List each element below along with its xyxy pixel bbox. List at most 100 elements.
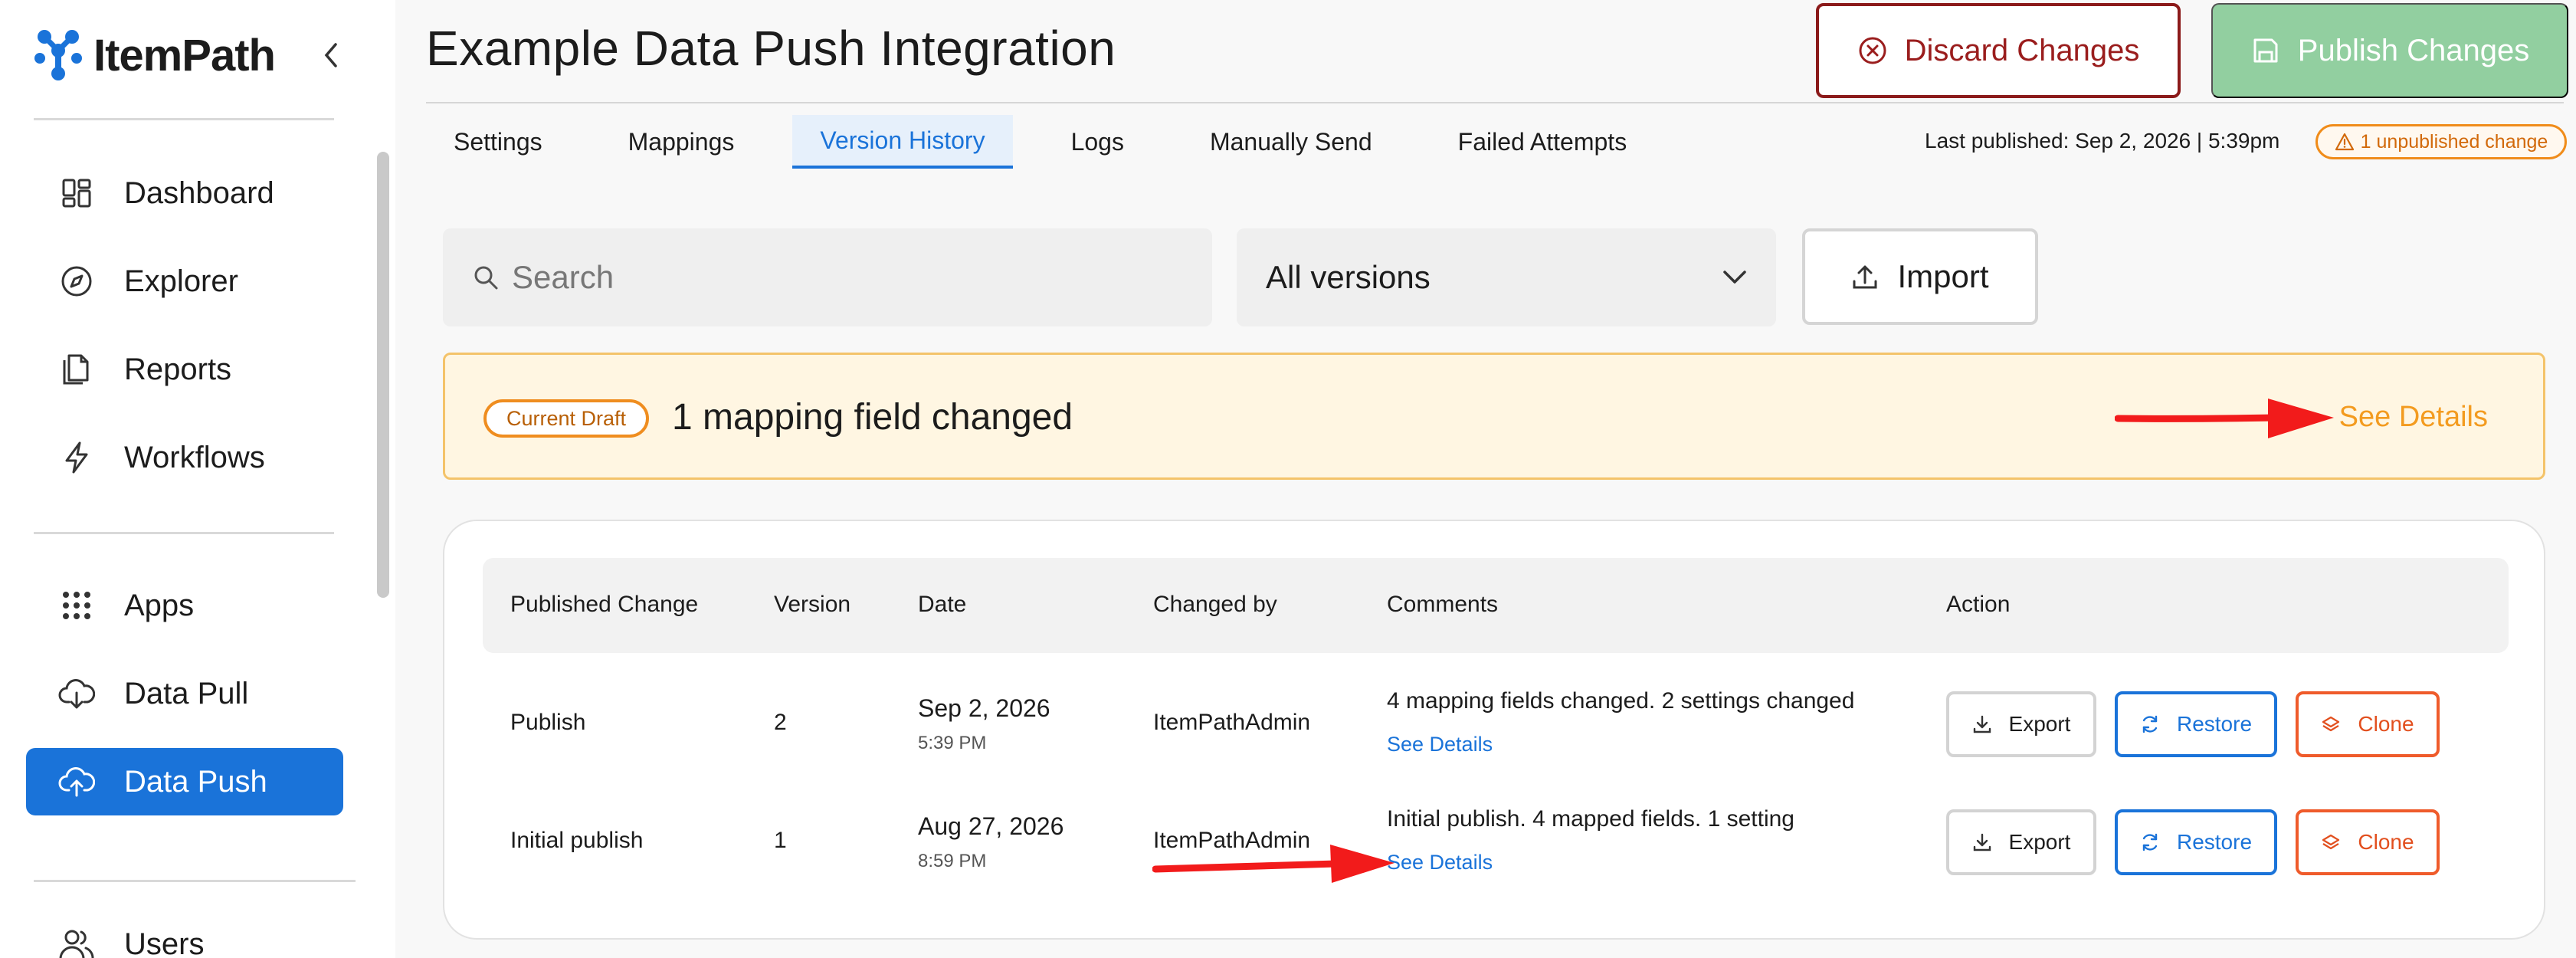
sidebar-item-workflows[interactable]: Workflows [26,424,343,491]
clone-button[interactable]: Clone [2296,809,2440,875]
search-box[interactable] [443,228,1212,326]
download-icon [1973,715,1991,733]
sidebar-item-label: Dashboard [124,176,274,210]
row-see-details-link[interactable]: See Details [1387,851,1493,874]
download-icon [1973,833,1991,851]
sidebar-item-label: Reports [124,352,232,386]
discard-changes-label: Discard Changes [1904,33,2140,67]
cell-version: 1 [774,828,787,853]
sidebar-scrollbar[interactable] [377,152,389,598]
column-header-date: Date [918,592,967,617]
chevron-down-icon [1723,271,1746,284]
tab-version-history[interactable]: Version History [792,115,1013,169]
refresh-icon [2142,715,2158,733]
sidebar-item-explorer[interactable]: Explorer [26,248,343,315]
main-content: Example Data Push Integration Discard Ch… [395,0,2576,958]
version-filter-select[interactable]: All versions [1237,228,1776,326]
unpublished-change-badge[interactable]: 1 unpublished change [2315,124,2567,159]
sidebar-item-users[interactable]: Users [26,910,343,958]
cell-time: 5:39 PM [918,733,987,753]
cell-version: 2 [774,710,787,735]
sidebar-item-data-pull[interactable]: Data Pull [26,660,343,727]
tab-settings[interactable]: Settings [426,115,570,169]
export-label: Export [2008,712,2071,736]
restore-label: Restore [2176,830,2253,854]
sidebar-item-label: Users [124,927,205,958]
cell-time: 8:59 PM [918,851,987,871]
publish-changes-button[interactable]: Publish Changes [2211,3,2568,98]
version-filter-value: All versions [1266,259,1431,295]
sidebar-divider [34,880,356,882]
dashboard-icon [58,175,95,212]
upload-icon [1853,265,1877,289]
clone-button[interactable]: Clone [2296,691,2440,757]
save-icon [2253,38,2278,63]
export-button[interactable]: Export [1946,809,2096,875]
brand-name: ItemPath [93,30,276,80]
unpublished-change-label: 1 unpublished change [2360,130,2548,153]
chevron-left-icon [324,43,337,67]
sidebar-item-hidden-partial [26,852,343,860]
warning-icon [2335,133,2354,151]
lightning-icon [58,439,95,476]
export-button[interactable]: Export [1946,691,2096,757]
cell-published-change: Publish [510,710,586,735]
version-history-table: Published Change Version Date Changed by… [443,520,2545,940]
cell-date: Sep 2, 2026 [918,694,1050,722]
search-input[interactable] [512,259,1186,296]
layers-icon [2322,716,2340,732]
clone-label: Clone [2358,712,2414,736]
compass-icon [58,263,95,300]
document-icon [58,351,95,388]
tab-manually-send[interactable]: Manually Send [1182,115,1400,169]
tab-mappings[interactable]: Mappings [601,115,762,169]
collapse-sidebar-button[interactable] [314,38,348,72]
tab-logs[interactable]: Logs [1044,115,1152,169]
sidebar: ItemPath Dashboard Explorer Reports Work… [0,0,395,958]
sidebar-item-dashboard[interactable]: Dashboard [26,159,343,227]
tab-failed-attempts[interactable]: Failed Attempts [1431,115,1655,169]
draft-see-details-link[interactable]: See Details [2339,401,2488,434]
sidebar-item-label: Workflows [124,440,265,474]
column-header-changed-by: Changed by [1153,592,1277,617]
tab-bar: Settings Mappings Version History Logs M… [426,115,1685,169]
annotation-arrow-icon [2115,399,2334,438]
sidebar-item-apps[interactable]: Apps [26,572,343,639]
sidebar-item-reports[interactable]: Reports [26,336,343,403]
itempath-logo-icon [34,30,82,80]
brand-logo[interactable]: ItemPath [34,28,276,83]
cell-date: Aug 27, 2026 [918,812,1064,840]
cell-changed-by: ItemPathAdmin [1153,710,1311,735]
restore-button[interactable]: Restore [2115,809,2277,875]
header-divider [426,102,2564,103]
cloud-upload-icon [58,763,95,800]
sidebar-divider [34,118,334,120]
row-see-details-link[interactable]: See Details [1387,733,1493,756]
current-draft-badge: Current Draft [483,399,650,438]
search-icon [474,266,498,290]
sidebar-item-data-push[interactable]: Data Push [26,748,343,815]
column-header-comments: Comments [1387,592,1499,617]
table-header: Published Change Version Date Changed by… [483,558,2509,653]
layers-icon [2322,834,2340,850]
last-published-text: Last published: Sep 2, 2026 | 5:39pm [1925,129,2280,153]
restore-button[interactable]: Restore [2115,691,2277,757]
column-header-version: Version [774,592,851,617]
sidebar-item-label: Explorer [124,264,238,298]
column-header-action: Action [1946,592,2011,617]
sidebar-item-label: Apps [124,588,195,622]
cell-comment: 4 mapping fields changed. 2 settings cha… [1387,688,1855,714]
sidebar-divider [34,532,334,534]
import-label: Import [1897,258,1989,294]
close-circle-icon [1859,37,1886,64]
grid-dots-icon [58,587,95,624]
restore-label: Restore [2176,712,2253,736]
import-button[interactable]: Import [1802,228,2038,325]
column-header-published-change: Published Change [510,592,699,617]
export-label: Export [2008,830,2071,854]
page-title: Example Data Push Integration [426,21,1116,76]
discard-changes-button[interactable]: Discard Changes [1816,3,2181,98]
sidebar-item-label: Data Pull [124,676,249,710]
sidebar-item-label: Data Push [124,764,267,799]
cloud-download-icon [58,675,95,712]
